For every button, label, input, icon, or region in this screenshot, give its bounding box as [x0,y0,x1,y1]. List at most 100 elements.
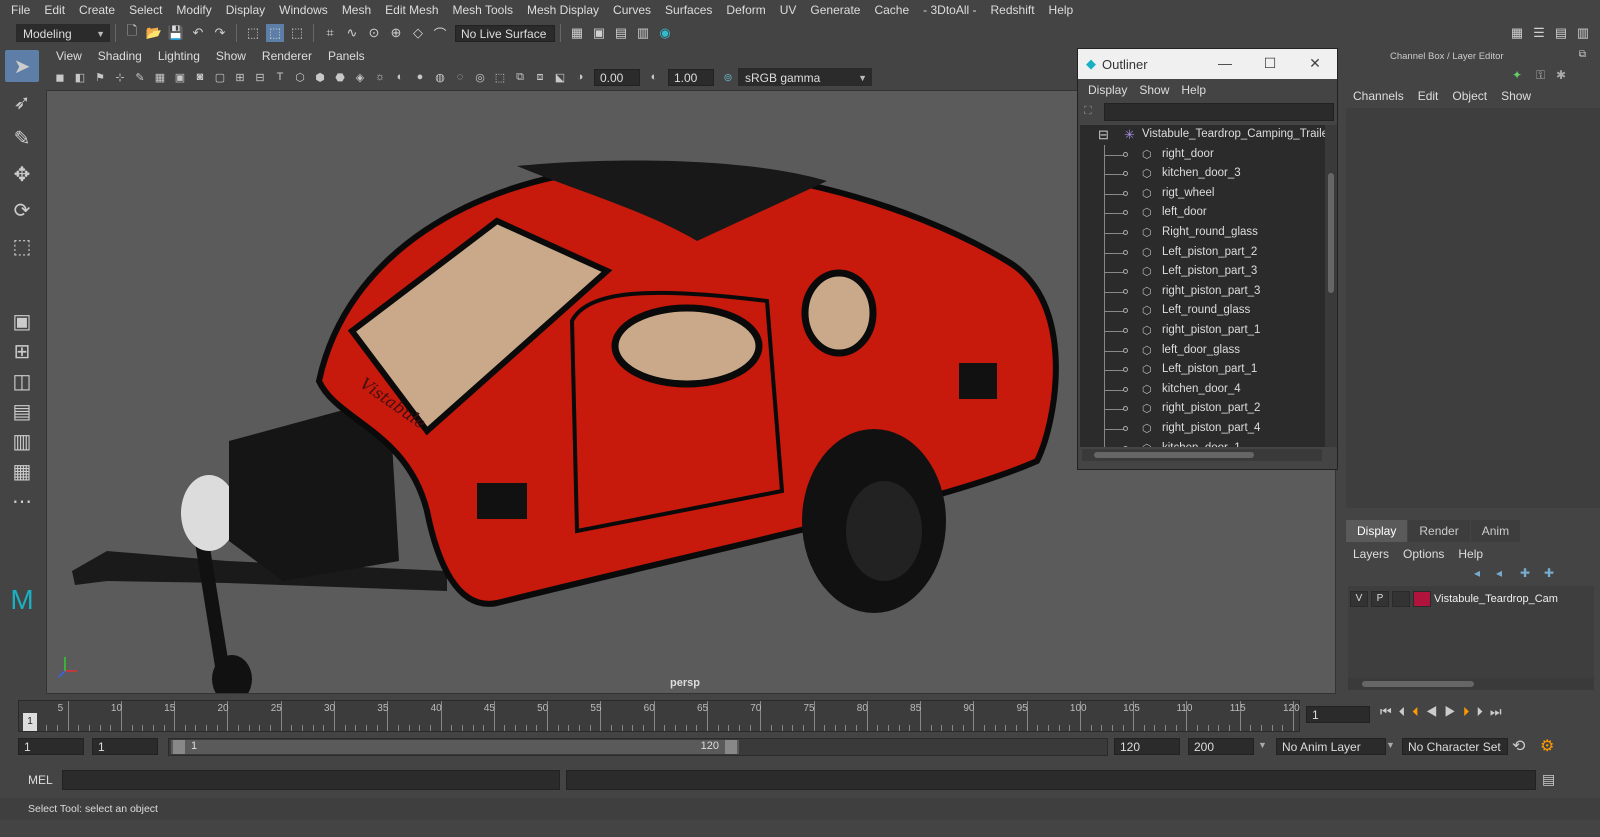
step-back-key-icon[interactable]: ⏴ [1412,704,1426,719]
live-surface-field[interactable]: No Live Surface [455,24,555,42]
exposure-field[interactable]: 0.00 [594,68,640,86]
current-time-marker[interactable]: 1 [23,713,37,731]
snap-curve-icon[interactable]: ∿ [343,24,361,42]
menu-edit[interactable]: Edit [37,0,72,20]
scroll-thumb[interactable] [1362,681,1474,687]
tab-display[interactable]: Display [1346,520,1408,542]
layer-horizontal-scrollbar[interactable] [1348,678,1594,690]
snap-view-plane-icon[interactable]: ◇ [409,24,427,42]
animation-preferences-icon[interactable]: ⚙ [1540,736,1554,756]
outliner-item[interactable]: ⬡ kitchen_door_4 [1080,379,1325,400]
outliner-item[interactable]: ⬡ Left_round_glass [1080,301,1325,321]
expand-dot-icon[interactable] [1123,229,1128,235]
outliner-item[interactable]: ⬡ right_piston_part_4 [1080,418,1325,439]
anim-start-field[interactable]: 1 [92,738,158,755]
resolution-gate-icon[interactable]: ◙ [191,68,209,86]
save-scene-icon[interactable]: 💾 [167,24,185,42]
camera-select-icon[interactable]: ◼ [51,68,69,86]
outliner-item[interactable]: ⬡ Left_piston_part_3 [1080,262,1325,282]
film-gate-icon[interactable]: ▣ [171,68,189,86]
start-time-field[interactable]: 1 [18,738,84,755]
time-ruler[interactable]: 5 10 15 20 25 30 35 40 45 50 55 60 65 70 75 80 85 90 95 100… [18,700,1300,732]
color-management-icon[interactable]: ⊚ [719,68,737,86]
maximize-icon[interactable]: ☐ [1255,55,1285,72]
custom-layout-icon[interactable]: ▦ [5,458,39,484]
outliner-view-icon[interactable]: ▤ [5,398,39,424]
move-layer-down-icon[interactable]: ◂ [1496,566,1502,580]
viewport-menu-shading[interactable]: Shading [90,49,150,63]
outliner-menu-display[interactable]: Display [1082,83,1133,97]
bookmark-icon[interactable]: ⚑ [91,68,109,86]
move-layer-up-icon[interactable]: ◂ [1474,566,1480,580]
minimize-icon[interactable]: — [1210,55,1240,71]
render-frame-icon[interactable]: ▣ [590,24,608,42]
expand-dot-icon[interactable] [1123,386,1128,392]
outliner-item[interactable]: ⬡ left_door_glass [1080,340,1325,361]
menu-file[interactable]: File [4,0,37,20]
select-hierarchy-icon[interactable]: ⬚ [244,24,262,42]
close-icon[interactable]: ✕ [1300,55,1330,72]
screen-space-ao-icon[interactable]: ● [411,68,429,86]
two-view-icon[interactable]: ◫ [5,368,39,394]
menu-cache[interactable]: Cache [867,0,916,20]
redo-icon[interactable]: ↷ [211,24,229,42]
expand-dot-icon[interactable] [1123,151,1128,157]
outliner-vertical-scrollbar[interactable] [1325,125,1337,447]
expand-dot-icon[interactable] [1123,327,1128,333]
range-bar[interactable]: 1 120 [168,738,1108,756]
anim-end-field[interactable]: 200 [1188,738,1254,755]
outliner-item[interactable]: ⬡ right_piston_part_3 [1080,281,1325,302]
layer-visibility-toggle[interactable]: V [1350,591,1368,607]
menu-uv[interactable]: UV [773,0,804,20]
tab-render[interactable]: Render [1408,520,1470,542]
scale-tool-icon[interactable]: ⬚ [5,230,39,262]
mode-dropdown[interactable]: Modeling ▼ [16,24,110,42]
pin-icon[interactable]: ✦ [1512,68,1522,82]
menu-edit-mesh[interactable]: Edit Mesh [378,0,445,20]
filter-icon[interactable]: ⛶ [1084,105,1092,118]
graph-view-icon[interactable]: ▥ [5,428,39,454]
layer-menu-layers[interactable]: Layers [1346,547,1396,561]
modeling-toolkit-icon[interactable]: ▦ [1508,24,1526,42]
new-scene-icon[interactable]: 🗋 [123,23,141,42]
select-components-icon[interactable]: ⬚ [288,24,306,42]
range-handle[interactable]: 1 120 [171,740,739,754]
play-forward-icon[interactable]: ▶ [1444,704,1463,719]
menu-curves[interactable]: Curves [606,0,658,20]
character-set-dropdown[interactable]: No Character Set [1402,738,1508,755]
viewport-menu-view[interactable]: View [48,49,90,63]
safe-action-icon[interactable]: ⊟ [251,68,269,86]
step-back-icon[interactable]: ⏴ [1399,704,1413,719]
channel-menu-channels[interactable]: Channels [1346,89,1411,103]
new-layer-icon[interactable]: ✚ [1520,566,1530,580]
outliner-root-item[interactable]: ⊟ ✳ Vistabule_Teardrop_Camping_Trailer [1080,125,1325,145]
chevron-down-icon[interactable]: ▼ [1386,740,1395,750]
menu-create[interactable]: Create [72,0,122,20]
outliner-item[interactable]: ⬡ right_piston_part_1 [1080,320,1325,341]
expand-dot-icon[interactable] [1123,288,1128,294]
expand-dot-icon[interactable] [1123,445,1128,447]
make-live-icon[interactable]: ⌒ [431,24,449,42]
paint-select-tool-icon[interactable]: ✎ [5,122,39,154]
go-to-start-icon[interactable]: ⏮ [1380,704,1399,719]
motion-blur-icon[interactable]: ◍ [431,68,449,86]
attribute-editor-icon[interactable]: ☰ [1530,24,1548,42]
scroll-thumb[interactable] [1094,452,1254,458]
command-input[interactable] [62,770,560,790]
viewport-menu-panels[interactable]: Panels [320,49,373,63]
settings-icon[interactable]: ✱ [1556,68,1566,82]
menu-modify[interactable]: Modify [169,0,218,20]
field-chart-icon[interactable]: ⊞ [231,68,249,86]
select-tool-icon[interactable]: ➤ [5,50,39,82]
key-icon[interactable]: ⚿ [1536,68,1545,83]
use-all-lights-icon[interactable]: ☼ [371,68,389,86]
gate-mask-icon[interactable]: ▢ [211,68,229,86]
lasso-tool-icon[interactable]: ➶ [5,86,39,118]
viewport-menu-lighting[interactable]: Lighting [150,49,208,63]
channel-box-icon[interactable]: ▥ [1574,24,1592,42]
menu-redshift[interactable]: Redshift [984,0,1042,20]
ipr-render-icon[interactable]: ▤ [612,24,630,42]
menu-3dtoall[interactable]: - 3DtoAll - [916,0,983,20]
gamma-field[interactable]: 1.00 [668,68,714,86]
outliner-item[interactable]: ⬡ Left_piston_part_2 [1080,242,1325,263]
